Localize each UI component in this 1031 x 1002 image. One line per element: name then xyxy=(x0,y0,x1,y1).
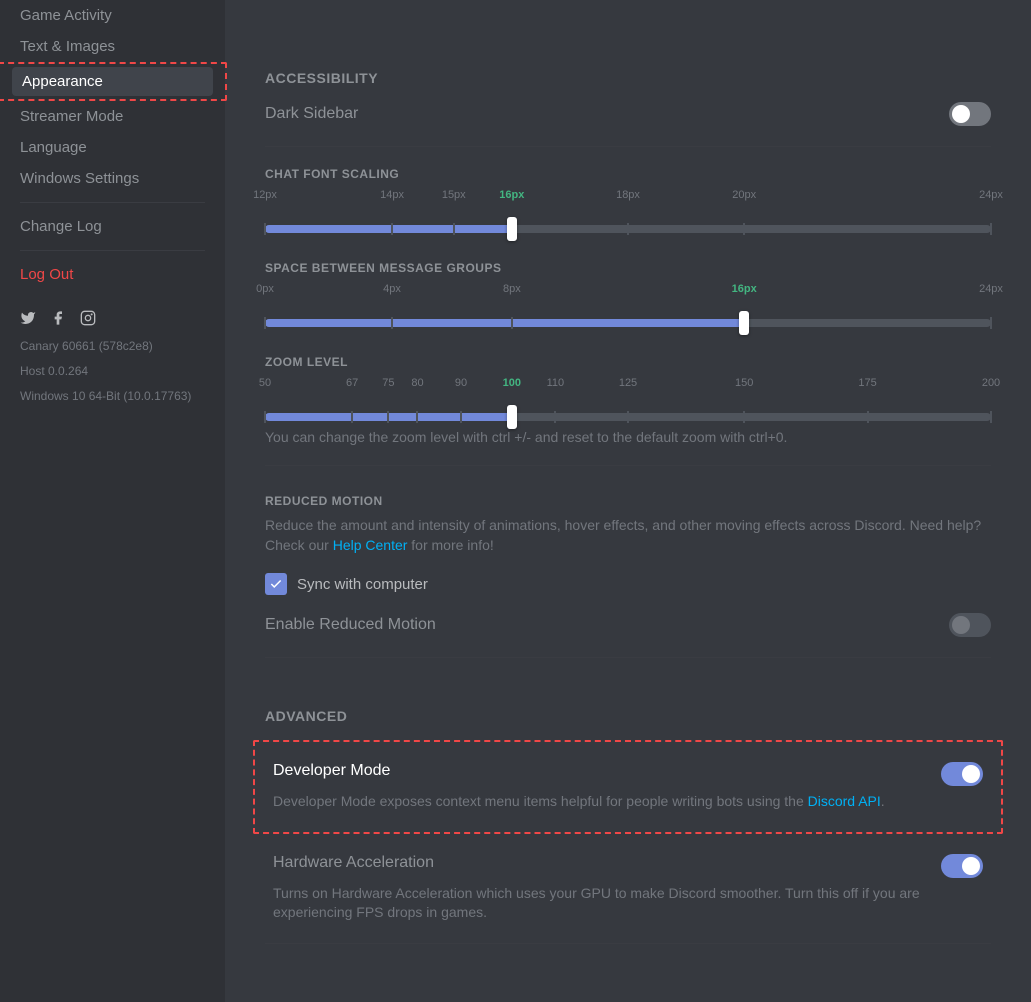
facebook-icon[interactable] xyxy=(50,310,66,326)
sidebar-item-windows-settings[interactable]: Windows Settings xyxy=(10,164,215,193)
sidebar-divider xyxy=(20,202,205,203)
sync-with-computer-label: Sync with computer xyxy=(297,576,428,593)
space-between-title: SPACE BETWEEN MESSAGE GROUPS xyxy=(265,261,991,275)
main-content: ACCESSIBILITY Dark Sidebar CHAT FONT SCA… xyxy=(225,0,1031,1002)
reduced-motion-title: REDUCED MOTION xyxy=(265,494,991,508)
sidebar-item-text-images[interactable]: Text & Images xyxy=(10,32,215,61)
sync-with-computer-checkbox[interactable] xyxy=(265,573,287,595)
discord-api-link[interactable]: Discord API xyxy=(808,793,881,809)
enable-reduced-motion-toggle[interactable] xyxy=(949,613,991,637)
developer-mode-desc: Developer Mode exposes context menu item… xyxy=(273,792,983,812)
sidebar-item-log-out[interactable]: Log Out xyxy=(10,260,215,289)
zoom-level-slider[interactable]: 5067758090100110125150175200 xyxy=(265,377,991,421)
instagram-icon[interactable] xyxy=(80,310,96,326)
help-center-link[interactable]: Help Center xyxy=(333,537,408,553)
sidebar-item-streamer-mode[interactable]: Streamer Mode xyxy=(10,102,215,131)
settings-sidebar: Game Activity Text & Images Appearance S… xyxy=(0,0,225,1002)
advanced-title: ADVANCED xyxy=(265,708,991,724)
space-between-slider[interactable]: 0px4px8px16px24px xyxy=(265,283,991,327)
hardware-accel-label: Hardware Acceleration xyxy=(273,854,434,872)
chat-font-scaling-slider[interactable]: 12px14px15px16px18px20px24px xyxy=(265,189,991,233)
version-line-2: Host 0.0.264 xyxy=(10,359,215,384)
developer-mode-label: Developer Mode xyxy=(273,762,390,780)
version-line-1: Canary 60661 (578c2e8) xyxy=(10,334,215,359)
accessibility-title: ACCESSIBILITY xyxy=(265,70,991,86)
dark-sidebar-toggle[interactable] xyxy=(949,102,991,126)
zoom-help-text: You can change the zoom level with ctrl … xyxy=(265,429,991,445)
version-line-3: Windows 10 64-Bit (10.0.17763) xyxy=(10,384,215,409)
zoom-level-title: ZOOM LEVEL xyxy=(265,355,991,369)
reduced-motion-desc: Reduce the amount and intensity of anima… xyxy=(265,516,991,555)
dark-sidebar-label: Dark Sidebar xyxy=(265,105,358,123)
sidebar-item-appearance[interactable]: Appearance xyxy=(12,67,213,96)
chat-font-scaling-title: CHAT FONT SCALING xyxy=(265,167,991,181)
sidebar-item-change-log[interactable]: Change Log xyxy=(10,212,215,241)
enable-reduced-motion-label: Enable Reduced Motion xyxy=(265,616,436,634)
sidebar-item-game-activity[interactable]: Game Activity xyxy=(10,1,215,30)
twitter-icon[interactable] xyxy=(20,310,36,326)
sidebar-divider xyxy=(20,250,205,251)
developer-mode-toggle[interactable] xyxy=(941,762,983,786)
sidebar-item-language[interactable]: Language xyxy=(10,133,215,162)
hardware-accel-desc: Turns on Hardware Acceleration which use… xyxy=(273,884,983,923)
hardware-accel-toggle[interactable] xyxy=(941,854,983,878)
